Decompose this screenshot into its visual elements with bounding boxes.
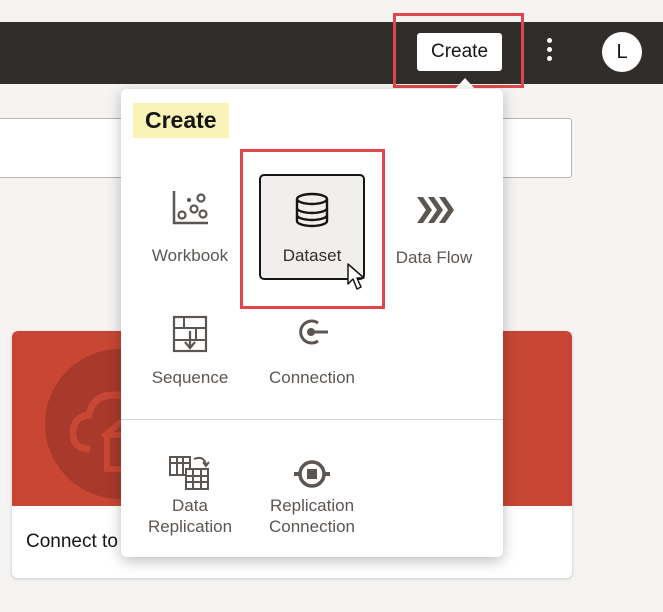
menu-item-sequence[interactable]: Sequence xyxy=(131,315,249,388)
menu-item-workbook[interactable]: Workbook xyxy=(131,189,249,266)
replication-connection-label-line1: Replication xyxy=(269,496,355,515)
data-replication-label-line2: Replication xyxy=(147,517,233,536)
create-button-highlight xyxy=(393,13,524,88)
popup-arrow xyxy=(455,78,475,89)
menu-item-data-flow[interactable]: Data Flow xyxy=(375,193,493,268)
sequence-icon xyxy=(172,315,208,353)
mouse-cursor-icon xyxy=(347,263,365,290)
workbook-label: Workbook xyxy=(151,246,229,265)
menu-item-connection[interactable]: Connection xyxy=(253,315,371,388)
workbook-icon xyxy=(172,191,208,225)
connection-icon xyxy=(299,319,328,345)
menu-divider xyxy=(121,419,503,420)
avatar[interactable]: L xyxy=(602,32,642,72)
kebab-icon[interactable] xyxy=(540,38,558,68)
connection-label: Connection xyxy=(268,368,355,387)
sequence-label: Sequence xyxy=(151,368,229,387)
replication-connection-label-line2: Connection xyxy=(268,517,355,536)
card-title: Connect to xyxy=(26,531,118,552)
data-replication-icon xyxy=(169,456,210,490)
data-replication-label-line1: Data xyxy=(172,496,208,515)
menu-item-data-replication[interactable]: Data Replication xyxy=(131,453,249,537)
data-flow-icon xyxy=(417,197,454,223)
data-flow-label: Data Flow xyxy=(395,248,473,267)
menu-title: Create xyxy=(133,103,229,138)
menu-item-replication-connection[interactable]: Replication Connection xyxy=(253,457,371,537)
replication-connection-icon xyxy=(294,460,330,488)
top-bar xyxy=(0,22,663,84)
